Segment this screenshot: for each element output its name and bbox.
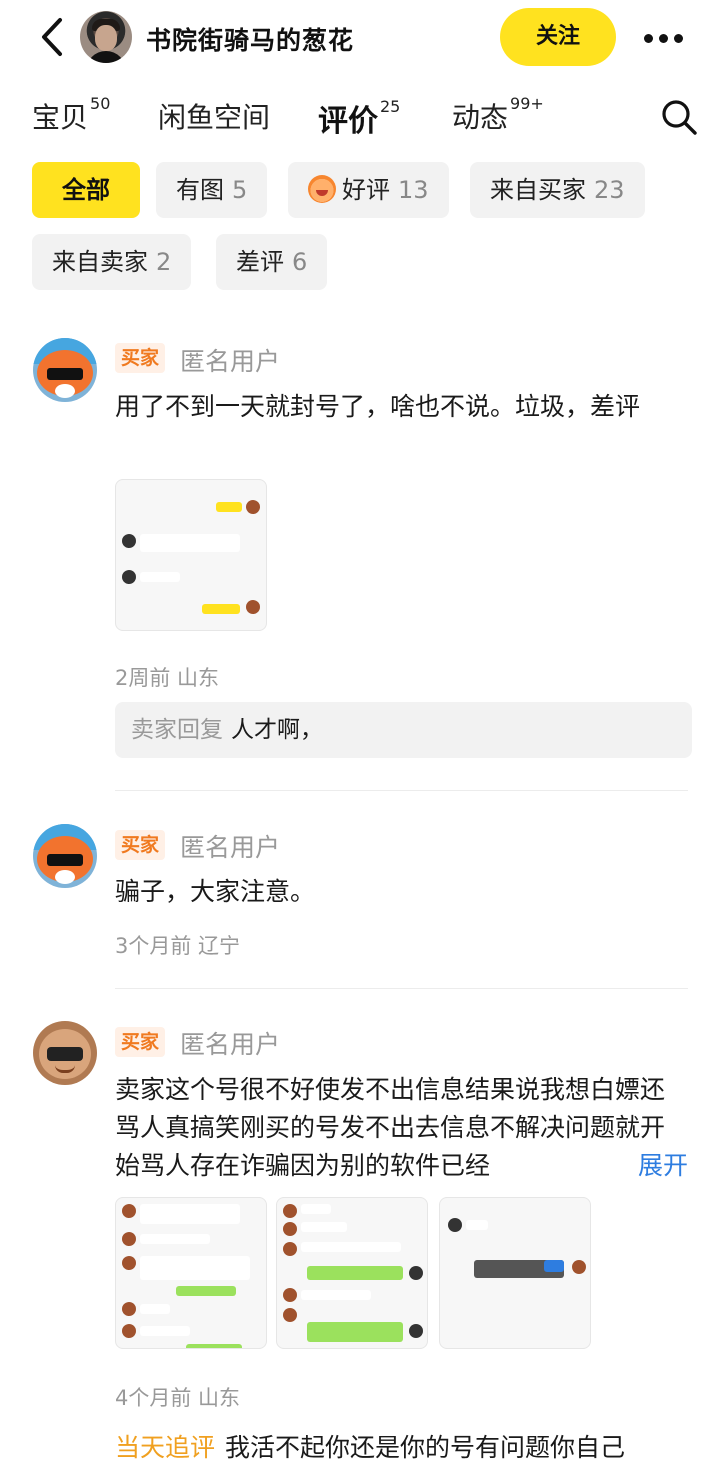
search-button[interactable] bbox=[660, 98, 698, 136]
tab-activity[interactable]: 动态 99+ bbox=[452, 94, 544, 136]
expand-link[interactable]: 展开 bbox=[630, 1147, 689, 1185]
divider bbox=[115, 988, 688, 989]
more-button[interactable] bbox=[640, 24, 688, 52]
followup-label: 当天追评 bbox=[115, 1433, 216, 1461]
review-text: 用了不到一天就封号了，啥也不说。垃圾，差评 bbox=[115, 392, 641, 421]
shop-avatar[interactable] bbox=[80, 11, 132, 63]
buyer-badge: 买家 bbox=[115, 1027, 166, 1057]
follow-button[interactable]: 关注 bbox=[500, 8, 616, 66]
reviewer-name: 匿名用户 bbox=[180, 1030, 281, 1059]
review-meta: 4个月前 山东 bbox=[115, 1386, 241, 1410]
top-bar: 书院街骑马的葱花 关注 bbox=[0, 0, 720, 76]
reviewer-avatar[interactable] bbox=[33, 1021, 97, 1085]
tab-space[interactable]: 闲鱼空间 bbox=[158, 96, 270, 136]
more-dots-icon bbox=[644, 34, 653, 43]
filter-positive[interactable]: 好评 13 bbox=[288, 162, 449, 218]
reviewer-avatar[interactable] bbox=[33, 824, 97, 888]
filter-from-sellers[interactable]: 来自卖家 2 bbox=[32, 234, 192, 290]
review-meta: 3个月前 辽宁 bbox=[115, 934, 241, 958]
shop-tabs: 宝贝 50 闲鱼空间 评价 25 动态 99+ bbox=[0, 90, 720, 150]
reviewer-avatar[interactable] bbox=[33, 338, 97, 402]
search-icon bbox=[662, 100, 697, 135]
filter-negative[interactable]: 差评 6 bbox=[216, 234, 328, 290]
seller-reply-label: 卖家回复 bbox=[131, 717, 223, 743]
buyer-badge: 买家 bbox=[115, 830, 166, 860]
filter-from-buyers[interactable]: 来自买家 23 bbox=[470, 162, 645, 218]
divider bbox=[115, 790, 688, 791]
back-button[interactable] bbox=[36, 16, 70, 58]
review-image[interactable] bbox=[439, 1197, 591, 1349]
tab-reviews[interactable]: 评价 25 bbox=[318, 96, 400, 140]
smile-face-icon bbox=[308, 175, 336, 203]
seller-reply: 卖家回复 人才啊， bbox=[115, 702, 692, 758]
review-text: 骗子，大家注意。 bbox=[115, 877, 316, 906]
review-text: 卖家这个号很不好使发不出信息结果说我想白嫖还骂人真搞笑刚买的号发不出去信息不解决… bbox=[115, 1075, 666, 1180]
review-image[interactable] bbox=[276, 1197, 428, 1349]
buyer-badge: 买家 bbox=[115, 343, 166, 373]
review-image[interactable] bbox=[115, 479, 267, 631]
shop-name[interactable]: 书院街骑马的葱花 bbox=[146, 21, 354, 57]
filter-with-images[interactable]: 有图 5 bbox=[156, 162, 268, 218]
followup-text: 我活不起你还是你的号有问题你自己 bbox=[225, 1433, 626, 1461]
seller-reply-text: 人才啊， bbox=[231, 717, 323, 743]
tab-items[interactable]: 宝贝 50 bbox=[32, 94, 110, 136]
review-image[interactable] bbox=[115, 1197, 267, 1349]
chevron-left-icon bbox=[42, 18, 62, 56]
reviewer-name: 匿名用户 bbox=[180, 347, 281, 376]
filter-all[interactable]: 全部 bbox=[32, 162, 140, 218]
followup-review: 当天追评 我活不起你还是你的号有问题你自己 bbox=[115, 1428, 625, 1461]
reviewer-name: 匿名用户 bbox=[180, 833, 281, 862]
review-meta: 2周前 山东 bbox=[115, 666, 220, 690]
